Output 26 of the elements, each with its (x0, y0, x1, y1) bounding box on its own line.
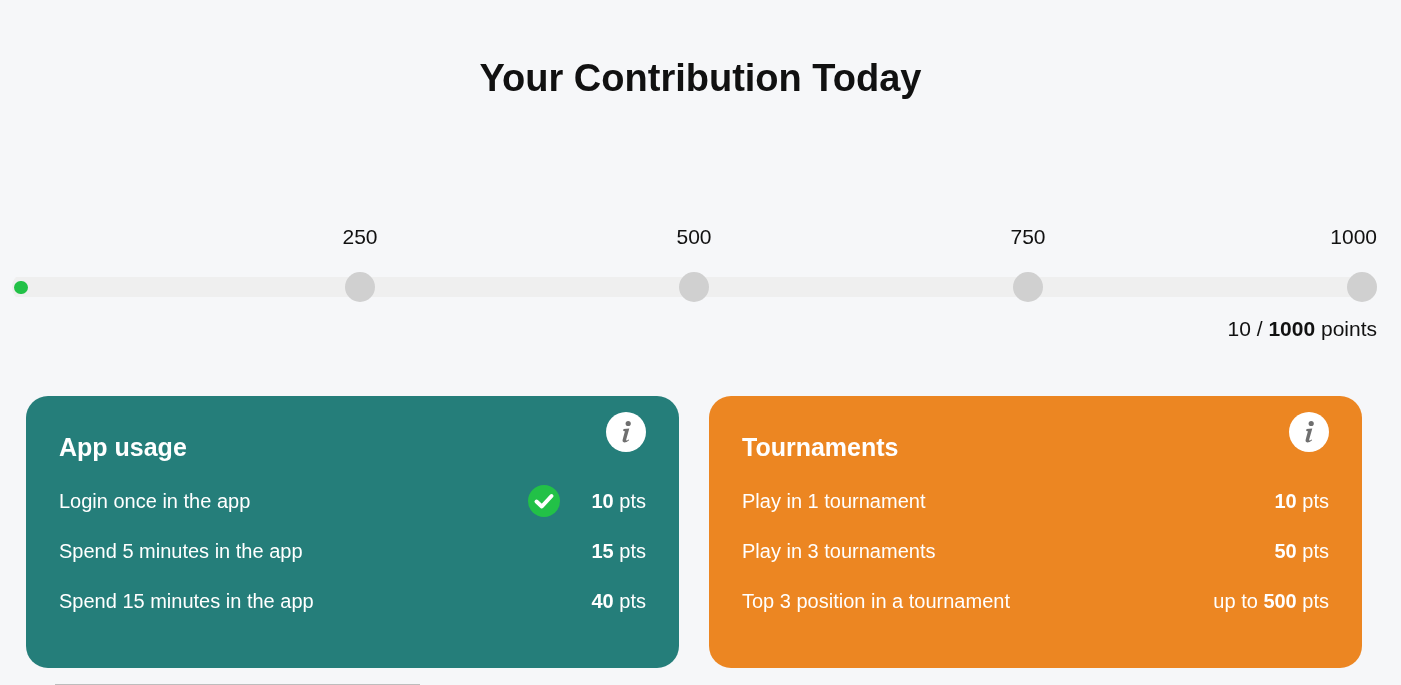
task-label: Play in 3 tournaments (742, 539, 936, 564)
info-icon[interactable] (606, 412, 646, 452)
milestone-dot-icon (1013, 272, 1043, 302)
task-points: 40 pts (591, 589, 646, 614)
task-label: Spend 5 minutes in the app (59, 539, 303, 564)
task-label: Spend 15 minutes in the app (59, 589, 314, 614)
task-label: Login once in the app (59, 489, 251, 514)
info-icon[interactable] (1289, 412, 1329, 452)
task-points: 15 pts (591, 539, 646, 564)
task-points: 10 pts (591, 489, 646, 514)
task-points: 10 pts (1274, 489, 1329, 514)
task-label: Top 3 position in a tournament (742, 589, 1010, 614)
points-summary: 10 / 1000 points (1227, 316, 1377, 342)
card-title: Tournaments (742, 432, 899, 462)
milestone-dot-icon (1347, 272, 1377, 302)
milestone-dot-icon (345, 272, 375, 302)
milestone-label: 250 (342, 224, 378, 250)
task-points: 50 pts (1274, 539, 1329, 564)
milestone-dot-icon (679, 272, 709, 302)
task-points: up to 500 pts (1213, 589, 1329, 614)
page-title: Your Contribution Today (478, 56, 923, 101)
task-label: Play in 1 tournament (742, 489, 926, 514)
milestone-label: 500 (676, 224, 712, 250)
milestone-label: 750 (1010, 224, 1046, 250)
card-title: App usage (59, 432, 187, 462)
milestone-label: 1000 (1330, 224, 1377, 250)
